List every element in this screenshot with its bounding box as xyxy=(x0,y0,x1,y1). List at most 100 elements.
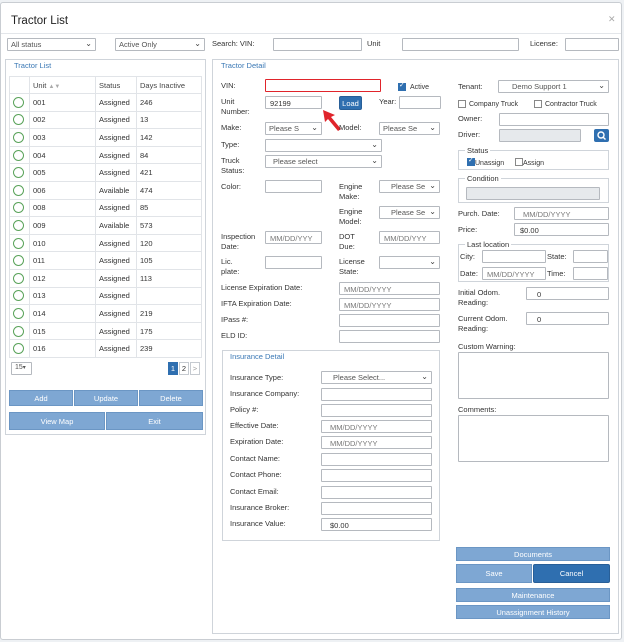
inspection-date-input[interactable]: MM/DD/YYY xyxy=(265,231,322,244)
page-2-button[interactable]: 2 xyxy=(179,362,189,375)
lic-plate-input[interactable] xyxy=(265,256,322,269)
eld-id-input[interactable] xyxy=(339,330,440,343)
insurance-type-select[interactable]: Please Select... ⌄ xyxy=(321,371,432,384)
table-row[interactable]: 016 Assigned 239 xyxy=(9,339,202,358)
state-input[interactable] xyxy=(573,250,608,263)
row-select-cell[interactable] xyxy=(9,128,30,147)
update-button[interactable]: Update xyxy=(74,390,138,406)
contact-phone-input[interactable] xyxy=(321,469,432,482)
sort-icon[interactable]: ▲▼ xyxy=(48,84,60,90)
search-license-input[interactable] xyxy=(565,38,619,51)
table-row[interactable]: 015 Assigned 175 xyxy=(9,321,202,341)
ifta-expiration-input[interactable]: MM/DD/YYYY xyxy=(339,298,440,311)
row-select-circle-icon[interactable] xyxy=(13,149,24,161)
row-select-circle-icon[interactable] xyxy=(13,131,24,143)
color-input[interactable] xyxy=(265,180,322,193)
location-date-input[interactable]: MM/DD/YYYY xyxy=(482,267,546,280)
row-select-circle-icon[interactable] xyxy=(13,290,24,302)
table-row[interactable]: 004 Assigned 84 xyxy=(9,145,202,165)
row-select-cell[interactable] xyxy=(9,110,30,130)
table-row[interactable]: 008 Assigned 85 xyxy=(9,198,202,218)
price-input[interactable]: $0.00 xyxy=(514,223,609,236)
engine-model-select[interactable]: Please Se ⌄ xyxy=(379,206,440,219)
assign-checkbox[interactable] xyxy=(515,158,523,166)
time-input[interactable] xyxy=(573,267,608,280)
row-select-circle-icon[interactable] xyxy=(13,307,24,319)
unit-column-header[interactable]: Unit ▲▼ xyxy=(29,76,96,94)
view-map-button[interactable]: View Map xyxy=(9,412,105,430)
row-select-cell[interactable] xyxy=(9,304,30,323)
page-1-button[interactable]: 1 xyxy=(168,362,178,375)
table-row[interactable]: 011 Assigned 105 xyxy=(9,251,202,270)
table-row[interactable]: 014 Assigned 219 xyxy=(9,304,202,323)
owner-input[interactable] xyxy=(499,113,609,126)
table-row[interactable]: 013 Assigned xyxy=(9,286,202,306)
row-select-cell[interactable] xyxy=(9,145,30,165)
company-truck-checkbox[interactable] xyxy=(458,100,466,108)
row-select-circle-icon[interactable] xyxy=(13,272,24,284)
add-button[interactable]: Add xyxy=(9,390,73,406)
type-select[interactable]: ⌄ xyxy=(265,139,382,152)
current-odom-input[interactable]: 0 xyxy=(526,312,609,325)
row-select-cell[interactable] xyxy=(9,339,30,358)
condition-input[interactable] xyxy=(466,187,600,200)
next-page-button[interactable]: > xyxy=(190,362,200,375)
license-expiration-input[interactable]: MM/DD/YYYY xyxy=(339,282,440,295)
insurance-company-input[interactable] xyxy=(321,388,432,401)
row-select-cell[interactable] xyxy=(9,216,30,235)
contact-name-input[interactable] xyxy=(321,453,432,466)
row-select-cell[interactable] xyxy=(9,321,30,341)
driver-input[interactable] xyxy=(499,129,581,142)
row-select-circle-icon[interactable] xyxy=(13,96,24,108)
row-select-circle-icon[interactable] xyxy=(13,343,24,355)
row-select-circle-icon[interactable] xyxy=(13,184,24,196)
row-select-cell[interactable] xyxy=(9,286,30,306)
exit-button[interactable]: Exit xyxy=(106,412,203,430)
year-input[interactable] xyxy=(399,96,441,109)
truck-status-select[interactable]: Please select ⌄ xyxy=(265,155,382,168)
row-select-cell[interactable] xyxy=(9,93,30,112)
initial-odom-input[interactable]: 0 xyxy=(526,287,609,300)
table-row[interactable]: 010 Assigned 120 xyxy=(9,233,202,253)
license-state-select[interactable]: ⌄ xyxy=(379,256,440,269)
tenant-select[interactable]: Demo Support 1 ⌄ xyxy=(498,80,609,93)
row-select-circle-icon[interactable] xyxy=(13,219,24,231)
city-input[interactable] xyxy=(482,250,546,263)
custom-warning-textarea[interactable] xyxy=(458,352,609,399)
ipass-input[interactable] xyxy=(339,314,440,327)
policy-number-input[interactable] xyxy=(321,404,432,417)
status-filter-select[interactable]: All status ⌄ xyxy=(7,38,96,51)
cancel-button[interactable]: Cancel xyxy=(533,564,610,583)
row-select-cell[interactable] xyxy=(9,233,30,253)
page-size-select[interactable]: 15▾ xyxy=(11,362,32,375)
row-select-cell[interactable] xyxy=(9,163,30,182)
engine-make-select[interactable]: Please Se ⌄ xyxy=(379,180,440,193)
unassign-checkbox[interactable] xyxy=(467,156,475,166)
table-row[interactable]: 006 Available 474 xyxy=(9,180,202,200)
search-unit-input[interactable] xyxy=(402,38,519,51)
row-select-circle-icon[interactable] xyxy=(13,325,24,337)
table-row[interactable]: 005 Assigned 421 xyxy=(9,163,202,182)
row-select-cell[interactable] xyxy=(9,180,30,200)
row-select-circle-icon[interactable] xyxy=(13,237,24,249)
table-row[interactable]: 001 Assigned 246 xyxy=(9,93,202,112)
expiration-date-input[interactable]: MM/DD/YYYY xyxy=(321,436,432,449)
status-column-header[interactable]: Status xyxy=(95,76,137,94)
contact-email-input[interactable] xyxy=(321,486,432,499)
search-vin-input[interactable] xyxy=(273,38,362,51)
row-select-circle-icon[interactable] xyxy=(13,114,24,126)
row-select-circle-icon[interactable] xyxy=(13,202,24,214)
dot-due-input[interactable]: MM/DD/YYY xyxy=(379,231,440,244)
insurance-broker-input[interactable] xyxy=(321,502,432,515)
insurance-value-input[interactable]: $0.00 xyxy=(321,518,432,531)
make-select[interactable]: Please S ⌄ xyxy=(265,122,322,135)
unit-number-input[interactable]: 92199 xyxy=(265,96,322,109)
effective-date-input[interactable]: MM/DD/YYYY xyxy=(321,420,432,433)
unassignment-history-button[interactable]: Unassignment History xyxy=(456,605,610,619)
active-filter-select[interactable]: Active Only ⌄ xyxy=(115,38,205,51)
row-select-circle-icon[interactable] xyxy=(13,255,24,267)
documents-button[interactable]: Documents xyxy=(456,547,610,561)
row-select-cell[interactable] xyxy=(9,268,30,288)
contractor-truck-checkbox[interactable] xyxy=(534,100,542,108)
delete-button[interactable]: Delete xyxy=(139,390,203,406)
